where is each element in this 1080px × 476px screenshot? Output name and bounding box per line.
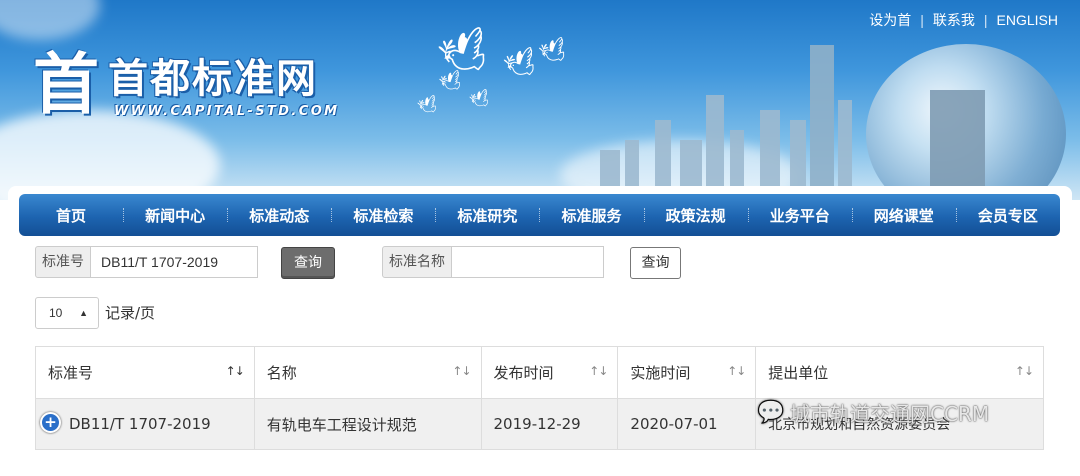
std-no-label: 标准号 bbox=[35, 246, 91, 278]
contact-link[interactable]: 联系我 bbox=[933, 12, 975, 28]
table-header-row: 标准号 ↑↓ 名称 ↑↓ 发布时间 ↑↓ 实施时间 ↑↓ 提出单位 ↑↓ bbox=[35, 346, 1044, 399]
nav-item-home[interactable]: 首页 bbox=[19, 205, 123, 226]
sort-icon[interactable]: ↑↓ bbox=[589, 364, 608, 378]
main-nav: 首页 新闻中心 标准动态 标准检索 标准研究 标准服务 政策法规 业务平台 网络… bbox=[19, 194, 1060, 236]
column-header-label: 实施时间 bbox=[630, 364, 691, 382]
nav-item-std-services[interactable]: 标准服务 bbox=[539, 205, 643, 226]
wechat-icon: 💬 bbox=[757, 400, 785, 425]
expand-row-icon[interactable]: + bbox=[40, 411, 61, 433]
column-header-proposer[interactable]: 提出单位 ↑↓ bbox=[755, 346, 1044, 399]
std-name-search-group: 标准名称 bbox=[382, 246, 604, 278]
column-header-label: 名称 bbox=[266, 364, 297, 382]
sort-icon[interactable]: ↑↓ bbox=[727, 364, 746, 378]
building-decoration bbox=[706, 95, 724, 200]
dove-icon: 🕊 bbox=[536, 35, 572, 70]
top-links: 设为首 | 联系我 | ENGLISH bbox=[869, 10, 1058, 30]
std-name-query-button[interactable]: 查询 bbox=[630, 247, 681, 279]
std-no-input[interactable]: DB11/T 1707-2019 bbox=[91, 246, 258, 278]
column-header-publish-date[interactable]: 发布时间 ↑↓ bbox=[480, 346, 619, 399]
std-no-query-button[interactable]: 查询 bbox=[281, 247, 335, 279]
dove-icon: 🕊 bbox=[415, 93, 441, 118]
per-page-label: 记录/页 bbox=[105, 304, 156, 322]
cell-publish-date: 2019-12-29 bbox=[480, 398, 619, 450]
set-homepage-link[interactable]: 设为首 bbox=[869, 12, 911, 28]
page-size-select[interactable]: 10 ▲ bbox=[35, 297, 99, 329]
column-header-label: 标准号 bbox=[48, 364, 94, 382]
nav-item-policies[interactable]: 政策法规 bbox=[643, 205, 748, 226]
nav-item-members[interactable]: 会员专区 bbox=[955, 205, 1060, 226]
building-decoration bbox=[810, 45, 834, 200]
cloud-decoration bbox=[0, 0, 100, 40]
separator: | bbox=[983, 12, 988, 28]
header-banner: 🕊 🕊 🕊 🕊 🕊 🕊 首 首都标准网 WWW.CAPITAL-STD.COM … bbox=[0, 0, 1080, 200]
std-name-label: 标准名称 bbox=[382, 246, 452, 278]
std-no-search-group: 标准号 DB11/T 1707-2019 bbox=[35, 246, 258, 278]
column-header-name[interactable]: 名称 ↑↓ bbox=[253, 346, 482, 399]
nav-item-std-research[interactable]: 标准研究 bbox=[435, 205, 539, 226]
column-header-effective-date[interactable]: 实施时间 ↑↓ bbox=[617, 346, 757, 399]
column-header-label: 发布时间 bbox=[493, 364, 554, 382]
cell-std-no: + DB11/T 1707-2019 bbox=[35, 398, 255, 450]
separator: | bbox=[920, 12, 924, 28]
building-decoration bbox=[930, 90, 985, 200]
sort-icon[interactable]: ↑↓ bbox=[1015, 364, 1034, 378]
site-title: 首都标准网 bbox=[108, 55, 318, 102]
site-url: WWW.CAPITAL-STD.COM bbox=[114, 104, 340, 119]
dove-icon: 🕊 bbox=[467, 87, 493, 112]
select-arrows-icon: ▲ bbox=[79, 308, 88, 318]
sort-icon[interactable]: ↑↓ bbox=[452, 364, 471, 378]
cell-name: 有轨电车工程设计规范 bbox=[253, 398, 482, 450]
sort-icon[interactable]: ↑↓ bbox=[226, 364, 245, 378]
nav-item-std-search[interactable]: 标准检索 bbox=[331, 205, 435, 226]
cell-effective-date: 2020-07-01 bbox=[617, 398, 757, 450]
page-size-value: 10 bbox=[49, 306, 63, 320]
column-header-label: 提出单位 bbox=[768, 364, 829, 382]
nav-item-std-updates[interactable]: 标准动态 bbox=[227, 205, 331, 226]
nav-item-news[interactable]: 新闻中心 bbox=[123, 205, 227, 226]
dove-icon: 🕊 bbox=[500, 45, 543, 85]
building-decoration bbox=[838, 100, 852, 200]
std-name-input[interactable] bbox=[452, 246, 604, 278]
std-no-value: DB11/T 1707-2019 bbox=[69, 414, 211, 433]
column-header-std-no[interactable]: 标准号 ↑↓ bbox=[35, 346, 255, 399]
nav-item-business-platform[interactable]: 业务平台 bbox=[747, 205, 852, 226]
site-logo-icon: 首 bbox=[33, 45, 99, 123]
english-link[interactable]: ENGLISH bbox=[997, 12, 1058, 28]
nav-item-online-courses[interactable]: 网络课堂 bbox=[851, 205, 956, 226]
watermark-text: 城市轨道交通网CCRM bbox=[790, 402, 990, 426]
